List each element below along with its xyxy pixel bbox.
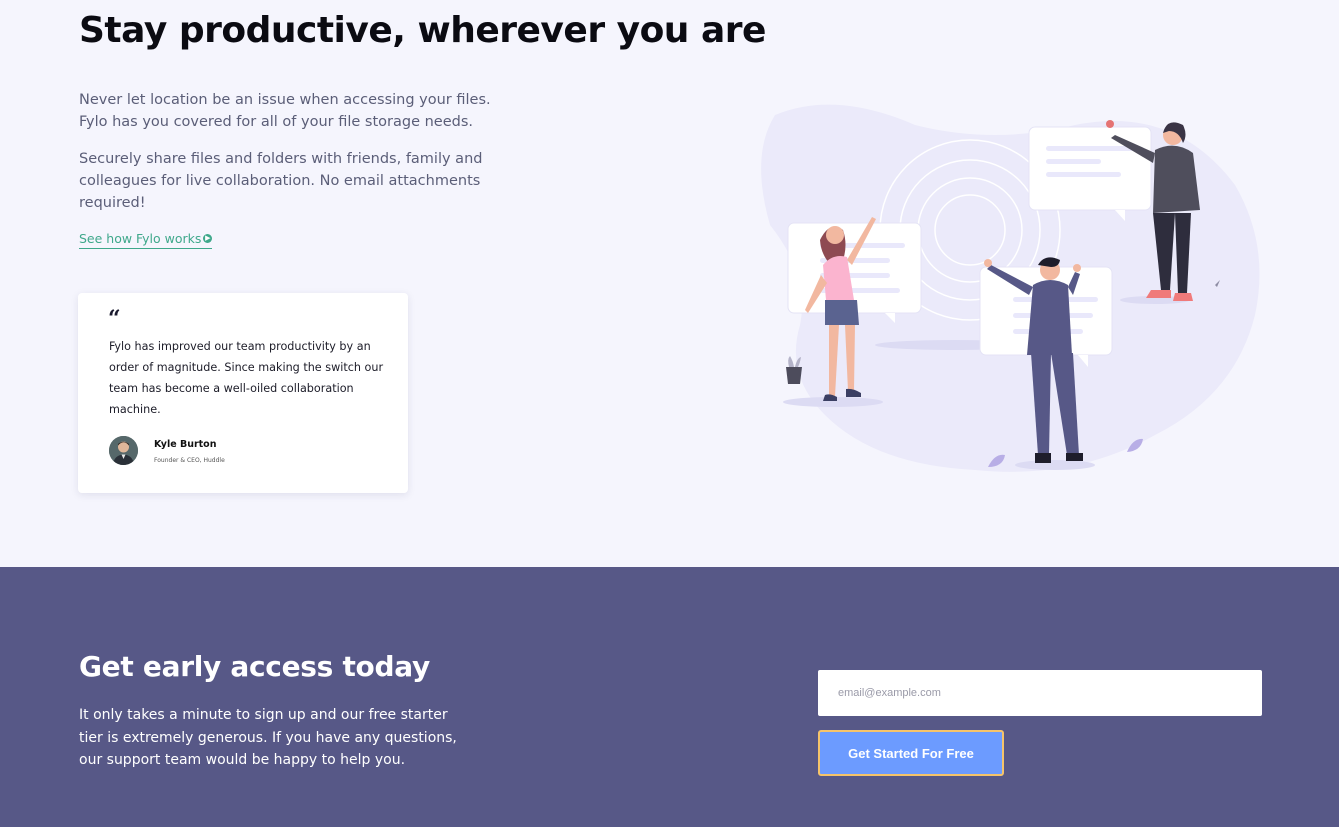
early-access-section: Get early access today It only takes a m… (0, 567, 1339, 827)
author-role: Founder & CEO, Huddle (154, 457, 225, 464)
author-name: Kyle Burton (154, 439, 217, 450)
productive-paragraph-1: Never let location be an issue when acce… (79, 92, 491, 130)
email-input[interactable] (818, 670, 1262, 716)
early-access-title: Get early access today (79, 650, 430, 683)
get-started-button[interactable]: Get Started For Free (818, 730, 1004, 776)
productive-paragraph-2: Securely share files and folders with fr… (79, 151, 483, 211)
early-access-text: It only takes a minute to sign up and ou… (79, 707, 457, 768)
arrow-circle-icon: ▶ (203, 234, 213, 243)
avatar (109, 436, 138, 465)
productive-headline: Stay productive, wherever you are (79, 10, 766, 51)
testimonial-quote: Fylo has improved our team productivity … (109, 340, 384, 416)
collaboration-illustration (761, 104, 1260, 472)
quote-icon: “ (108, 306, 121, 332)
testimonial-card: “ Fylo has improved our team productivit… (78, 293, 408, 493)
see-how-link-label: See how Fylo works (79, 231, 202, 246)
productive-section: Stay productive, wherever you are Never … (0, 0, 1339, 567)
see-how-fylo-works-link[interactable]: See how Fylo works ▶ (79, 231, 213, 249)
